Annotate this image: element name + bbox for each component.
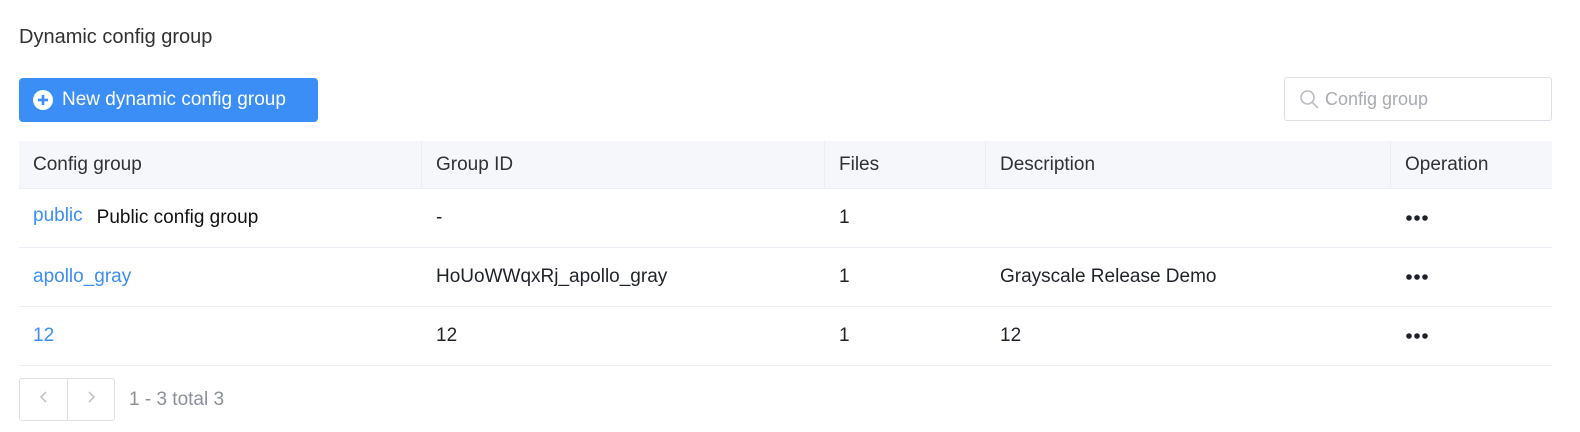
description-cell: 12 xyxy=(1000,325,1022,346)
table-header: Config group Group ID Files Description … xyxy=(19,141,1552,189)
config-group-link[interactable]: 12 xyxy=(33,325,54,347)
column-header-config-group: Config group xyxy=(19,141,422,188)
table-row: public Public config group - 1 xyxy=(19,189,1552,248)
column-header-operation: Operation xyxy=(1405,153,1489,175)
config-group-table: Config group Group ID Files Description … xyxy=(19,141,1552,366)
chevron-right-icon xyxy=(86,390,96,409)
next-page-button[interactable] xyxy=(67,379,114,420)
files-cell: 1 xyxy=(839,207,850,228)
search-icon xyxy=(1299,89,1319,109)
config-group-cell: 12 xyxy=(19,307,422,365)
operation-cell xyxy=(1391,307,1552,365)
more-horizontal-icon[interactable] xyxy=(1405,273,1429,281)
group-id-cell: - xyxy=(436,207,443,228)
new-dynamic-config-group-button[interactable]: New dynamic config group xyxy=(19,78,318,122)
more-horizontal-icon[interactable] xyxy=(1405,332,1429,340)
files-cell: 1 xyxy=(839,266,850,287)
operation-cell xyxy=(1391,248,1552,306)
column-header-files: Files xyxy=(825,141,986,188)
config-group-cell: public Public config group xyxy=(19,189,422,247)
search-input[interactable] xyxy=(1325,88,1545,110)
operation-cell xyxy=(1391,189,1552,247)
description-cell: Grayscale Release Demo xyxy=(1000,266,1217,287)
group-id-cell: HoUoWWqxRj_apollo_gray xyxy=(436,266,668,287)
column-header-group-id: Group ID xyxy=(422,141,825,188)
pagination-info: 1 - 3 total 3 xyxy=(129,388,225,410)
config-group-cell: apollo_gray xyxy=(19,248,422,306)
new-button-label: New dynamic config group xyxy=(62,89,286,110)
page-title: Dynamic config group xyxy=(19,26,213,48)
config-group-link[interactable]: public xyxy=(33,205,83,227)
plus-circle-icon xyxy=(33,90,53,110)
group-id-cell: 12 xyxy=(436,325,458,346)
column-header-description: Description xyxy=(986,141,1391,188)
chevron-left-icon xyxy=(39,390,49,409)
dynamic-config-group-page: Dynamic config group New dynamic config … xyxy=(0,0,1580,432)
search-box[interactable] xyxy=(1284,77,1552,121)
table-row: apollo_gray HoUoWWqxRj_apollo_gray 1 Gra… xyxy=(19,248,1552,307)
pagination-buttons xyxy=(19,378,115,421)
description-cell xyxy=(986,189,1391,247)
more-horizontal-icon[interactable] xyxy=(1405,214,1429,222)
config-group-tag: Public config group xyxy=(96,207,259,228)
files-cell: 1 xyxy=(839,325,850,346)
table-row: 12 12 1 12 xyxy=(19,307,1552,366)
config-group-link[interactable]: apollo_gray xyxy=(33,266,131,288)
pagination: 1 - 3 total 3 xyxy=(19,378,224,421)
prev-page-button[interactable] xyxy=(20,379,67,420)
